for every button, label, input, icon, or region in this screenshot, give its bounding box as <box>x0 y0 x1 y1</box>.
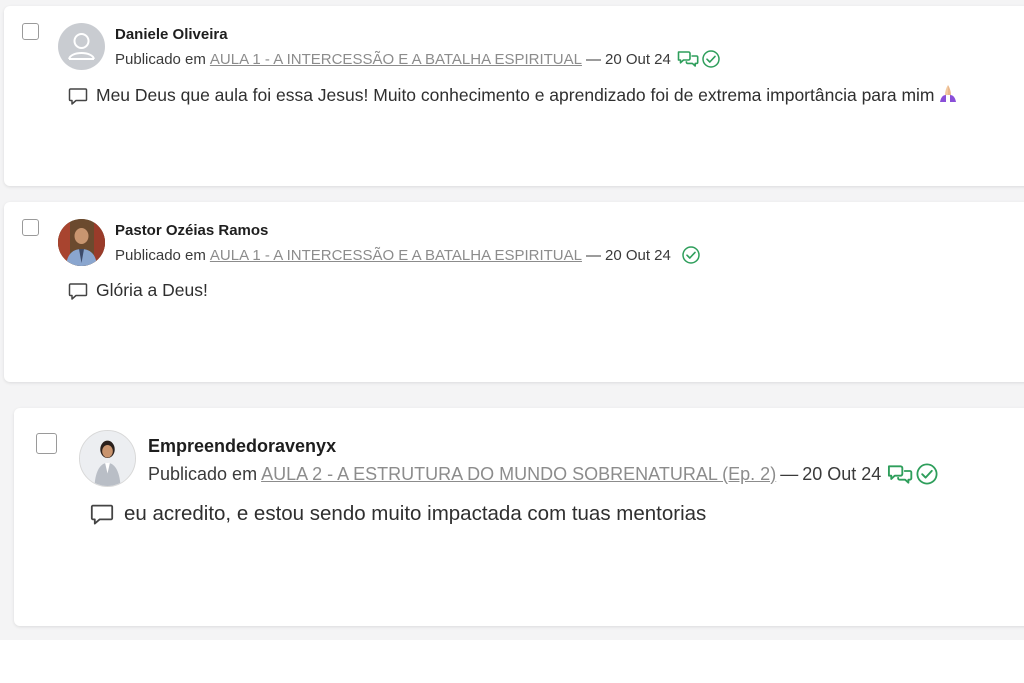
comments-page: Daniele Oliveira Publicado em AULA 1 - A… <box>0 0 1024 683</box>
meta-separator: — <box>780 463 799 484</box>
comment-select-checkbox[interactable] <box>22 219 39 236</box>
comment-card: Empreendedoravenyx Publicado em AULA 2 -… <box>14 408 1024 626</box>
replies-icon[interactable] <box>677 50 699 68</box>
comment-date: 20 Out 24 <box>604 246 671 264</box>
comment-text: Meu Deus que aula foi essa Jesus! Muito … <box>96 85 935 105</box>
lesson-link[interactable]: AULA 1 - A INTERCESSÃO E A BATALHA ESPIR… <box>210 247 582 264</box>
comment-date: 20 Out 24 <box>802 463 882 484</box>
comment-meta: Publicado em AULA 1 - A INTERCESSÃO E A … <box>115 245 701 265</box>
published-label: Publicado em <box>115 246 206 264</box>
meta-separator: — <box>585 50 601 68</box>
approved-check-icon[interactable] <box>915 462 939 486</box>
comment-bubble-icon <box>68 86 88 106</box>
lesson-link[interactable]: AULA 1 - A INTERCESSÃO E A BATALHA ESPIR… <box>210 51 582 68</box>
comment-select-checkbox[interactable] <box>22 23 39 40</box>
page-footer-area <box>0 640 1024 683</box>
comment-author[interactable]: Empreendedoravenyx <box>148 436 336 457</box>
comment-bubble-icon <box>90 502 114 526</box>
published-label: Publicado em <box>148 463 258 484</box>
avatar-placeholder-icon <box>58 23 105 70</box>
comment-text: eu acredito, e estou sendo muito impacta… <box>124 502 707 525</box>
approved-check-icon[interactable] <box>681 245 701 265</box>
comment-select-checkbox[interactable] <box>36 433 57 454</box>
comment-card: Daniele Oliveira Publicado em AULA 1 - A… <box>4 6 1024 186</box>
comment-body: Meu Deus que aula foi essa Jesus! Muito … <box>68 82 959 109</box>
comment-text: Glória a Deus! <box>96 280 208 300</box>
comment-author[interactable]: Daniele Oliveira <box>115 26 228 43</box>
lesson-link[interactable]: AULA 2 - A ESTRUTURA DO MUNDO SOBRENATUR… <box>261 464 776 485</box>
avatar-photo <box>58 219 105 266</box>
approved-check-icon[interactable] <box>701 49 721 69</box>
comment-body: eu acredito, e estou sendo muito impacta… <box>90 502 706 526</box>
comment-card: Pastor Ozéias Ramos Publicado em AULA 1 … <box>4 202 1024 382</box>
comment-meta: Publicado em AULA 2 - A ESTRUTURA DO MUN… <box>148 462 939 486</box>
comment-bubble-icon <box>68 281 88 301</box>
praying-hands-icon <box>937 82 959 109</box>
replies-icon[interactable] <box>887 464 913 485</box>
comment-body: Glória a Deus! <box>68 280 208 301</box>
published-label: Publicado em <box>115 50 206 68</box>
comment-author[interactable]: Pastor Ozéias Ramos <box>115 222 268 239</box>
meta-separator: — <box>585 246 601 264</box>
avatar-photo <box>79 430 136 487</box>
comment-date: 20 Out 24 <box>604 50 671 68</box>
comment-meta: Publicado em AULA 1 - A INTERCESSÃO E A … <box>115 49 721 69</box>
